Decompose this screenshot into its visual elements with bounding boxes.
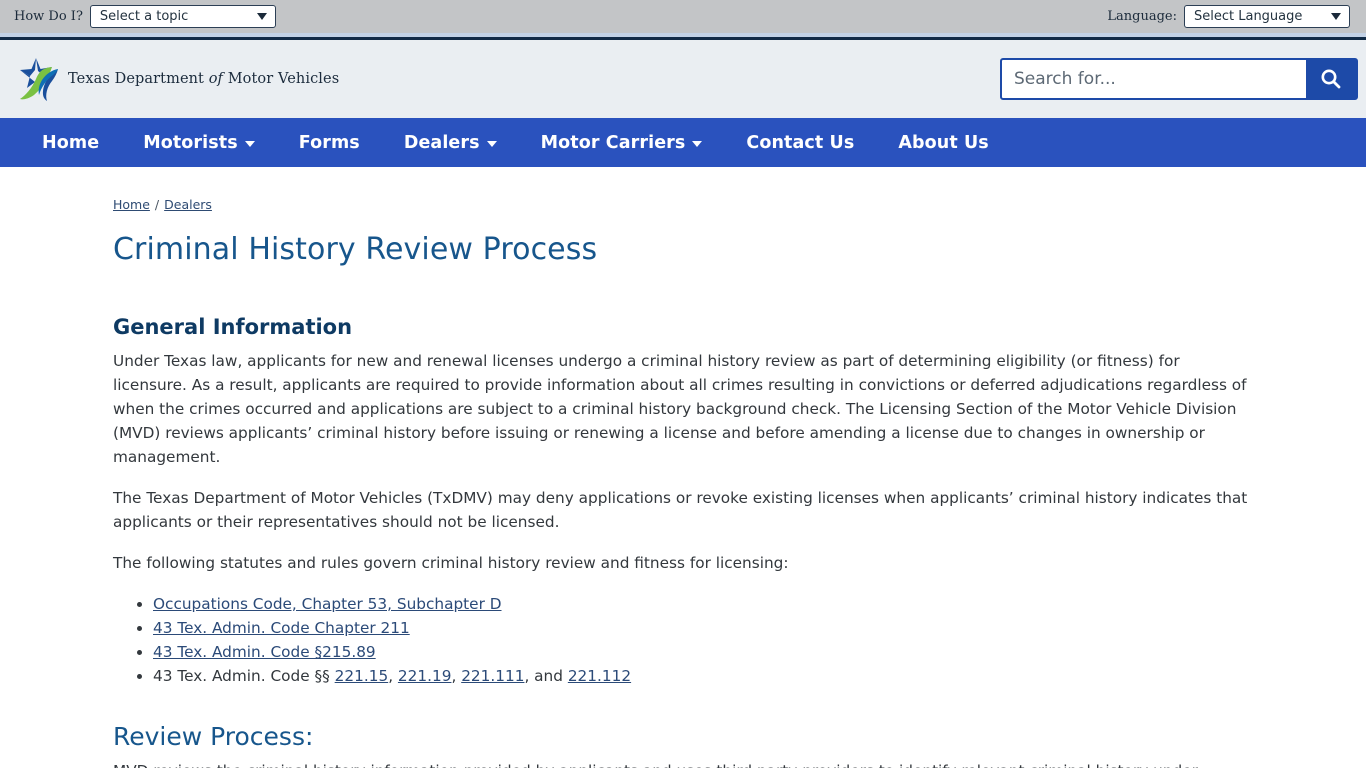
chevron-down-icon bbox=[692, 141, 703, 147]
nav-item-dealers[interactable]: Dealers bbox=[382, 133, 519, 153]
breadcrumb-link-dealers[interactable]: Dealers bbox=[164, 197, 212, 212]
nav-item-motor-carriers[interactable]: Motor Carriers bbox=[519, 133, 725, 153]
how-do-i-label: How Do I? bbox=[14, 9, 83, 24]
how-do-i-group: How Do I? Select a topic bbox=[14, 5, 276, 28]
language-group: Language: Select Language bbox=[1107, 5, 1350, 28]
page-title: Criminal History Review Process bbox=[113, 232, 598, 267]
breadcrumb-separator: / bbox=[154, 197, 160, 212]
main-navigation: Home Motorists Forms Dealers Motor Carri… bbox=[0, 118, 1366, 167]
nav-label: About Us bbox=[898, 132, 989, 153]
list-item: 43 Tex. Admin. Code Chapter 211 bbox=[153, 616, 1253, 640]
breadcrumb-link-home[interactable]: Home bbox=[113, 197, 150, 212]
search-button[interactable] bbox=[1306, 60, 1356, 98]
list-item-and: , and bbox=[524, 667, 568, 685]
list-item: Occupations Code, Chapter 53, Subchapter… bbox=[153, 592, 1253, 616]
statute-link-list: Occupations Code, Chapter 53, Subchapter… bbox=[113, 592, 1253, 688]
section-heading-general-information: General Information bbox=[113, 315, 353, 339]
nav-item-motorists[interactable]: Motorists bbox=[121, 133, 277, 153]
language-label: Language: bbox=[1107, 9, 1177, 24]
link-221-19[interactable]: 221.19 bbox=[398, 667, 452, 685]
logo-wordmark: Texas Department of Motor Vehicles bbox=[68, 71, 339, 87]
page-content: Home / Dealers Criminal History Review Pro… bbox=[0, 167, 1366, 768]
chevron-down-icon bbox=[486, 141, 497, 147]
nav-item-home[interactable]: Home bbox=[20, 133, 121, 153]
list-item-comma-1: , bbox=[388, 667, 398, 685]
site-header: Texas Department of Motor Vehicles bbox=[0, 40, 1366, 118]
list-item: 43 Tex. Admin. Code §215.89 bbox=[153, 640, 1253, 664]
nav-label: Motorists bbox=[143, 132, 238, 153]
nav-label: Motor Carriers bbox=[540, 132, 686, 153]
search-input[interactable] bbox=[1002, 60, 1306, 98]
section-heading-review-process: Review Process: bbox=[113, 722, 314, 751]
topic-select[interactable]: Select a topic bbox=[89, 5, 276, 28]
link-221-111[interactable]: 221.111 bbox=[461, 667, 524, 685]
nav-label: Forms bbox=[298, 132, 360, 153]
link-221-112[interactable]: 221.112 bbox=[568, 667, 631, 685]
txdmv-star-logo-icon bbox=[20, 58, 58, 101]
search-bar bbox=[1000, 58, 1358, 100]
nav-label: Home bbox=[42, 132, 100, 153]
breadcrumb: Home / Dealers bbox=[113, 197, 1253, 212]
nav-item-forms[interactable]: Forms bbox=[277, 133, 382, 153]
logo-text-post: Motor Vehicles bbox=[223, 71, 340, 87]
list-item-prefix: 43 Tex. Admin. Code §§ bbox=[153, 667, 335, 685]
language-select-value: Select Language bbox=[1194, 9, 1303, 24]
search-icon bbox=[1321, 69, 1341, 89]
nav-item-about-us[interactable]: About Us bbox=[876, 133, 1010, 153]
paragraph-review-1: MVD reviews the criminal history informa… bbox=[113, 759, 1253, 768]
paragraph-general-1: Under Texas law, applicants for new and … bbox=[113, 352, 1247, 466]
link-admin-code-chapter-211[interactable]: 43 Tex. Admin. Code Chapter 211 bbox=[153, 619, 410, 637]
link-221-15[interactable]: 221.15 bbox=[335, 667, 389, 685]
site-logo[interactable]: Texas Department of Motor Vehicles bbox=[14, 55, 339, 103]
link-occupations-code[interactable]: Occupations Code, Chapter 53, Subchapter… bbox=[153, 595, 502, 613]
paragraph-general-2: The Texas Department of Motor Vehicles (… bbox=[113, 489, 1248, 531]
link-admin-code-215-89[interactable]: 43 Tex. Admin. Code §215.89 bbox=[153, 643, 376, 661]
logo-text-pre: Texas Department bbox=[68, 71, 209, 87]
utility-bar: How Do I? Select a topic Language: Selec… bbox=[0, 0, 1366, 33]
nav-label: Contact Us bbox=[746, 132, 855, 153]
nav-item-contact-us[interactable]: Contact Us bbox=[724, 133, 876, 153]
chevron-down-icon bbox=[256, 13, 267, 20]
language-select[interactable]: Select Language bbox=[1184, 5, 1350, 28]
list-item: 43 Tex. Admin. Code §§ 221.15, 221.19, 2… bbox=[153, 664, 1253, 688]
chevron-down-icon bbox=[1331, 13, 1341, 20]
chevron-down-icon bbox=[244, 141, 255, 147]
paragraph-general-3: The following statutes and rules govern … bbox=[113, 554, 789, 572]
list-item-comma-2: , bbox=[451, 667, 462, 685]
logo-text-italic: of bbox=[208, 71, 223, 87]
nav-label: Dealers bbox=[403, 132, 480, 153]
topic-select-value: Select a topic bbox=[99, 9, 189, 24]
